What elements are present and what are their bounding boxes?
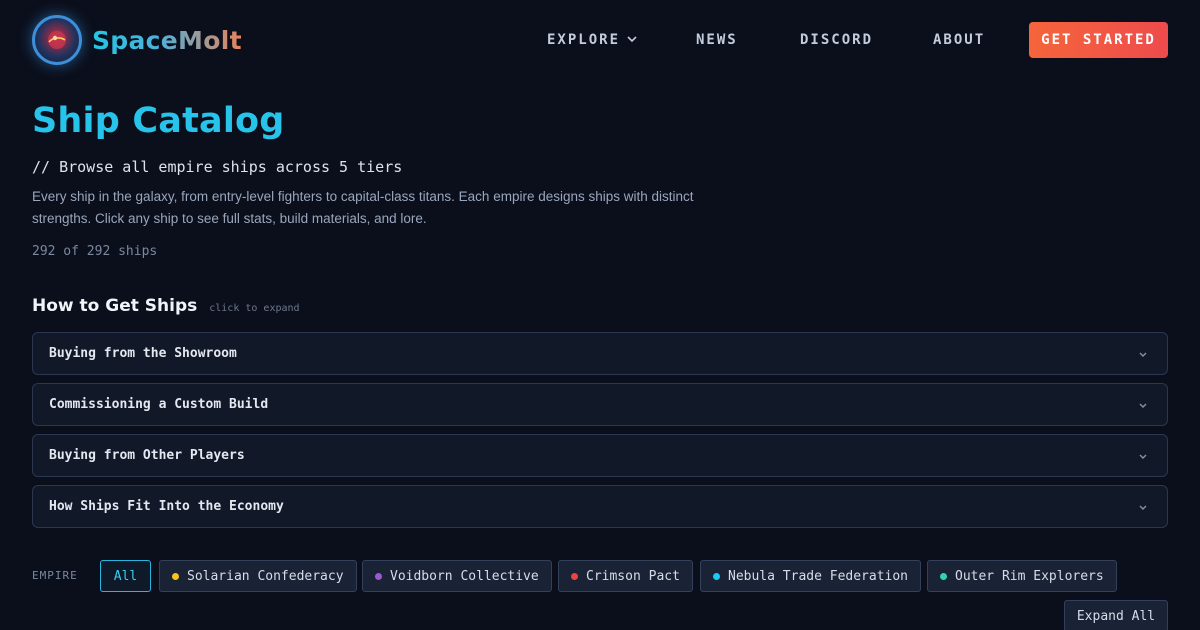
accordion-economy[interactable]: How Ships Fit Into the Economy: [32, 485, 1168, 528]
filter-label: Voidborn Collective: [390, 568, 539, 584]
filter-nebula[interactable]: Nebula Trade Federation: [700, 560, 922, 592]
accordion-custom-build[interactable]: Commissioning a Custom Build: [32, 383, 1168, 426]
chevron-down-icon: [1139, 505, 1147, 510]
empire-color-dot: [713, 572, 720, 580]
empire-color-dot: [940, 572, 947, 580]
filter-solarian[interactable]: Solarian Confederacy: [159, 560, 357, 592]
brand-name: SpaceMolt: [92, 25, 242, 55]
chevron-down-icon: [627, 36, 637, 43]
empire-color-dot: [375, 572, 382, 580]
chevron-down-icon: [1139, 454, 1147, 459]
get-started-button[interactable]: GET STARTED: [1029, 22, 1168, 58]
chevron-down-icon: [1139, 403, 1147, 408]
accordion-label: Buying from Other Players: [49, 448, 245, 463]
page-description: Every ship in the galaxy, from entry-lev…: [32, 189, 694, 226]
empire-color-dot: [172, 572, 179, 580]
accordion-other-players[interactable]: Buying from Other Players: [32, 434, 1168, 477]
page-subtitle: // Browse all empire ships across 5 tier…: [32, 158, 403, 176]
expand-all-button[interactable]: Expand All: [1064, 600, 1168, 630]
page-title: Ship Catalog: [32, 101, 285, 141]
accordion-label: Commissioning a Custom Build: [49, 397, 269, 412]
section-hint: click to expand: [209, 303, 300, 314]
brand-logo[interactable]: SpaceMolt: [32, 15, 242, 65]
site-header: SpaceMolt EXPLORE NEWS DISCORD ABOUT GET…: [0, 0, 1200, 80]
filter-label: Nebula Trade Federation: [728, 568, 909, 584]
filter-label: Outer Rim Explorers: [955, 568, 1104, 584]
empire-color-dot: [571, 572, 578, 580]
section-title: How to Get Ships: [32, 296, 198, 316]
nav-about[interactable]: ABOUT: [933, 32, 985, 48]
nav-news[interactable]: NEWS: [696, 32, 738, 48]
filter-all[interactable]: All: [100, 560, 151, 592]
filter-outer-rim[interactable]: Outer Rim Explorers: [927, 560, 1117, 592]
empire-filter-label: EMPIRE: [32, 569, 78, 582]
nav-discord[interactable]: DISCORD: [800, 32, 873, 48]
planet-emblem-icon: [32, 15, 82, 65]
filter-label: Solarian Confederacy: [187, 568, 344, 584]
accordion-showroom[interactable]: Buying from the Showroom: [32, 332, 1168, 375]
ship-count: 292 of 292 ships: [32, 244, 158, 259]
nav-explore-label: EXPLORE: [547, 32, 621, 48]
how-to-header: How to Get Ships click to expand: [32, 296, 300, 316]
filter-crimson[interactable]: Crimson Pact: [558, 560, 693, 592]
filter-voidborn[interactable]: Voidborn Collective: [362, 560, 552, 592]
chevron-down-icon: [1139, 352, 1147, 357]
filter-label: Crimson Pact: [586, 568, 680, 584]
nav-explore[interactable]: EXPLORE: [547, 32, 638, 48]
accordion-label: How Ships Fit Into the Economy: [49, 499, 284, 514]
accordion-label: Buying from the Showroom: [49, 346, 237, 361]
